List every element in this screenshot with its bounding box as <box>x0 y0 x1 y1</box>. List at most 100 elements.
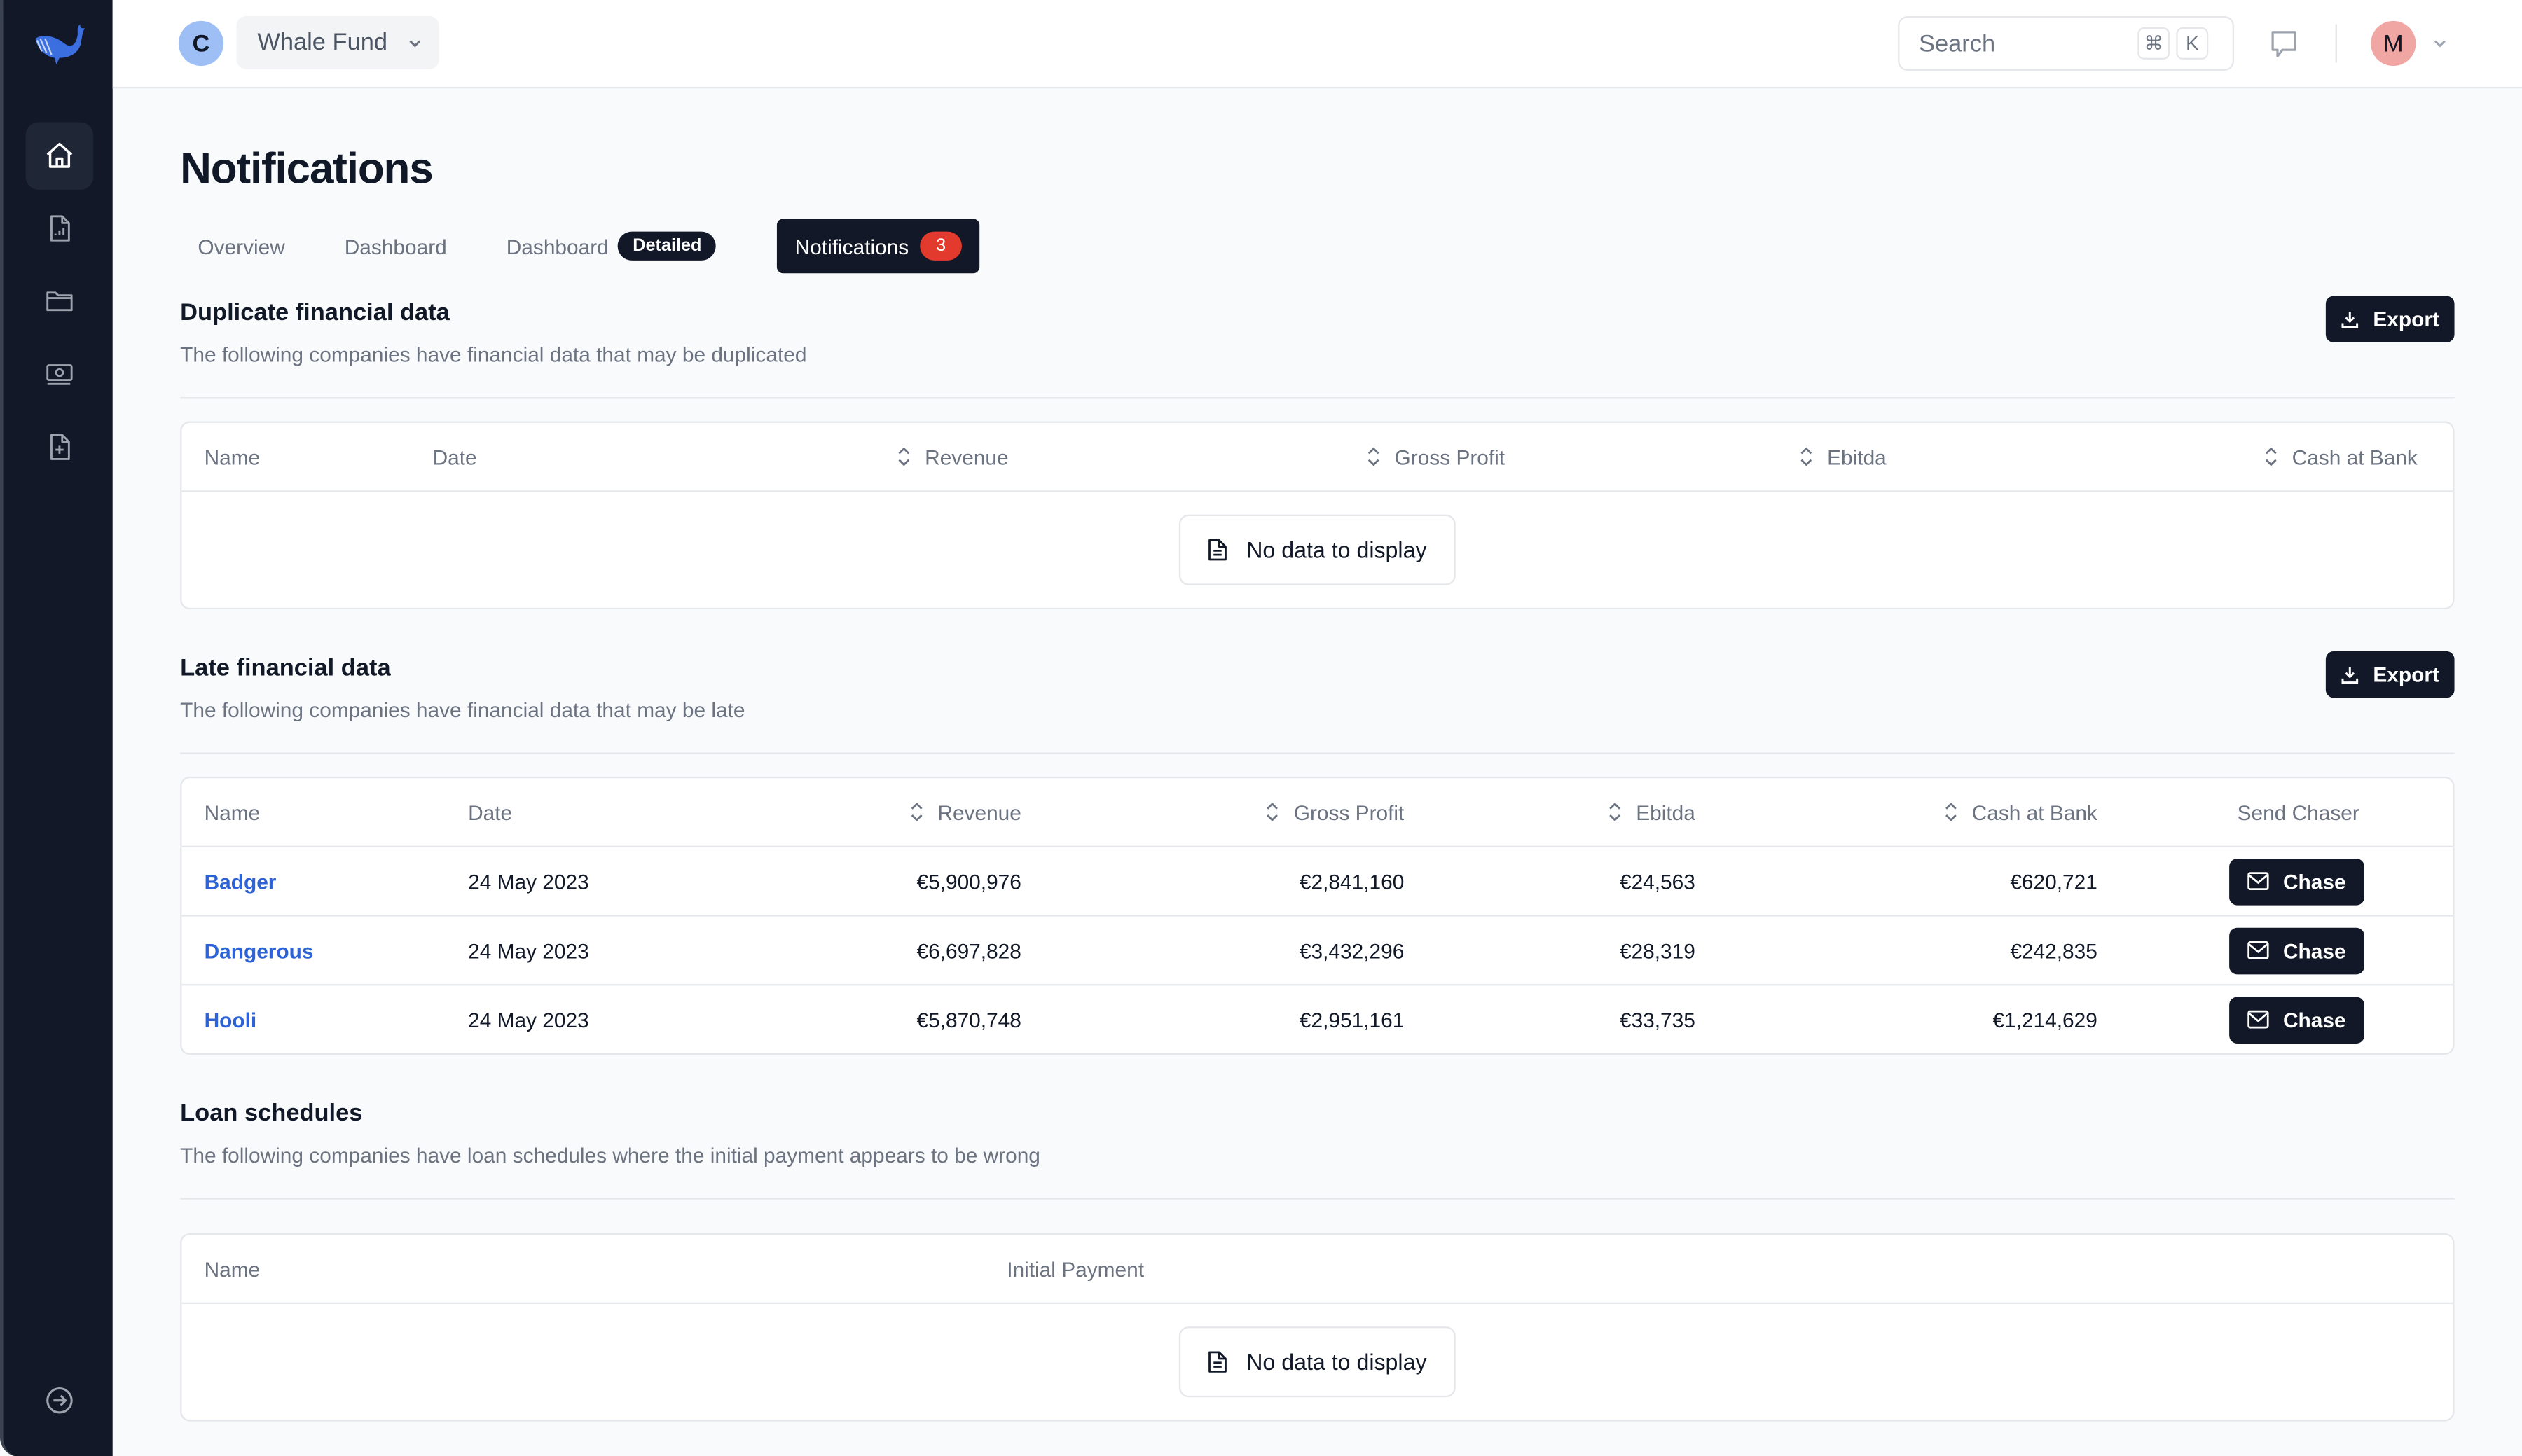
search-box[interactable]: ⌘ K <box>1898 15 2235 71</box>
whale-logo-icon[interactable] <box>32 20 87 68</box>
late-section-title: Late financial data <box>180 654 391 682</box>
no-data-label: No data to display <box>1246 1349 1427 1375</box>
no-data-box: No data to display <box>1178 514 1456 585</box>
org-avatar[interactable]: C <box>178 20 224 67</box>
column-header-revenue[interactable]: Revenue <box>896 423 1009 490</box>
column-header-date[interactable]: Date <box>433 423 477 490</box>
loans-table: Name Initial Payment No data to display <box>180 1233 2455 1422</box>
empty-state: No data to display <box>181 1304 2453 1420</box>
tab-label: Notifications <box>794 234 909 258</box>
column-header-cash-at-bank[interactable]: Cash at Bank <box>2263 423 2418 490</box>
section-divider <box>180 397 2455 399</box>
late-section-description: The following companies have financial d… <box>180 698 745 722</box>
shortcut-k-key: K <box>2176 27 2209 60</box>
header-label: Gross Profit <box>1394 444 1505 469</box>
download-icon <box>2342 311 2359 328</box>
chase-button[interactable]: Chase <box>2229 857 2364 905</box>
sort-icon <box>1367 447 1379 466</box>
ebitda-cell: €24,563 <box>1619 868 1695 894</box>
sidebar-item-payments[interactable] <box>26 341 93 408</box>
gross-profit-cell: €3,432,296 <box>1299 938 1405 963</box>
document-icon <box>1208 1351 1227 1373</box>
loans-section-description: The following companies have loan schedu… <box>180 1143 1040 1167</box>
duplicate-section-description: The following companies have financial d… <box>180 342 807 367</box>
company-link[interactable]: Hooli <box>205 1007 257 1031</box>
header-label: Revenue <box>925 444 1009 469</box>
document-icon <box>1208 539 1227 561</box>
tab-bar: Overview Dashboard Dashboard Detailed Not… <box>180 219 1004 274</box>
no-data-label: No data to display <box>1246 536 1427 563</box>
column-header-name[interactable]: Name <box>205 778 261 845</box>
org-selector[interactable]: Whale Fund <box>236 15 439 69</box>
table-row: Hooli 24 May 2023 €5,870,748 €2,951,161 … <box>181 985 2453 1053</box>
table-row: Dangerous 24 May 2023 €6,697,828 €3,432,… <box>181 917 2453 986</box>
chase-label: Chase <box>2282 1007 2346 1032</box>
envelope-icon <box>2248 941 2270 959</box>
sidebar-item-reports[interactable] <box>26 195 93 262</box>
header-label: Gross Profit <box>1293 800 1405 824</box>
cash-at-bank-cell: €620,721 <box>2010 868 2097 894</box>
gross-profit-cell: €2,841,160 <box>1299 868 1405 894</box>
header-label: Cash at Bank <box>1971 800 2097 824</box>
search-input[interactable] <box>1915 28 2132 59</box>
revenue-cell: €5,900,976 <box>916 868 1021 894</box>
chase-label: Chase <box>2282 938 2346 963</box>
header-label: Ebitda <box>1827 444 1887 469</box>
chase-label: Chase <box>2282 868 2346 894</box>
arrow-right-circle-icon[interactable] <box>45 1386 74 1415</box>
tab-label: Overview <box>198 234 285 258</box>
column-header-ebitda[interactable]: Ebitda <box>1798 423 1887 490</box>
table-header: Name Date Revenue Gross Profit Ebitda Ca… <box>181 778 2453 847</box>
chevron-down-icon[interactable] <box>2432 36 2448 52</box>
envelope-icon <box>2248 1010 2270 1029</box>
company-link[interactable]: Dangerous <box>205 938 314 962</box>
sort-icon <box>1267 803 1279 821</box>
tab-dashboard-detailed[interactable]: Dashboard Detailed <box>488 219 733 273</box>
column-header-date[interactable]: Date <box>468 778 512 845</box>
late-export-button[interactable]: Export <box>2325 651 2455 698</box>
loans-section-title: Loan schedules <box>180 1100 363 1128</box>
sort-icon <box>911 803 923 821</box>
header-label: Cash at Bank <box>2292 444 2418 469</box>
table-row: Badger 24 May 2023 €5,900,976 €2,841,160… <box>181 847 2453 917</box>
detailed-badge: Detailed <box>618 231 717 261</box>
tab-overview[interactable]: Overview <box>180 219 303 273</box>
export-label: Export <box>2373 662 2439 687</box>
shortcut-cmd-key: ⌘ <box>2137 27 2170 60</box>
column-header-cash-at-bank[interactable]: Cash at Bank <box>1943 778 2097 845</box>
user-avatar[interactable]: M <box>2371 20 2416 67</box>
column-header-name[interactable]: Name <box>205 1235 261 1302</box>
column-header-ebitda[interactable]: Ebitda <box>1607 778 1695 845</box>
divider <box>2335 24 2337 63</box>
header-label: Ebitda <box>1636 800 1695 824</box>
late-table: Name Date Revenue Gross Profit Ebitda Ca… <box>180 776 2455 1055</box>
tab-notifications[interactable]: Notifications 3 <box>777 219 980 274</box>
sidebar-item-new-document[interactable] <box>26 413 93 480</box>
column-header-gross-profit[interactable]: Gross Profit <box>1265 778 1404 845</box>
chevron-down-icon <box>409 39 420 47</box>
topbar: C Whale Fund ⌘ K M <box>112 0 2522 89</box>
column-header-name[interactable]: Name <box>205 423 261 490</box>
chase-button[interactable]: Chase <box>2229 927 2364 974</box>
sidebar-item-home[interactable] <box>25 122 94 190</box>
sidebar-item-folders[interactable] <box>26 267 93 334</box>
column-header-gross-profit[interactable]: Gross Profit <box>1365 423 1505 490</box>
file-chart-icon <box>50 215 70 242</box>
column-header-revenue[interactable]: Revenue <box>909 778 1021 845</box>
chase-button[interactable]: Chase <box>2229 996 2364 1043</box>
date-cell: 24 May 2023 <box>468 938 589 963</box>
cash-at-bank-cell: €1,214,629 <box>1992 1007 2097 1032</box>
duplicate-table: Name Date Revenue Gross Profit Ebitda Ca… <box>180 421 2455 610</box>
sort-icon <box>1945 803 1957 821</box>
company-link[interactable]: Badger <box>205 869 277 893</box>
tab-label: Dashboard <box>506 234 609 258</box>
chat-bubble-icon[interactable] <box>2268 27 2300 60</box>
duplicate-export-button[interactable]: Export <box>2325 296 2455 343</box>
notification-count-badge: 3 <box>920 231 962 261</box>
gross-profit-cell: €2,951,161 <box>1299 1007 1405 1032</box>
sort-icon <box>1800 447 1812 466</box>
tab-dashboard[interactable]: Dashboard <box>326 219 464 273</box>
empty-state: No data to display <box>181 492 2453 608</box>
column-header-initial-payment[interactable]: Initial Payment <box>1007 1235 1144 1302</box>
sort-icon <box>1609 803 1621 821</box>
